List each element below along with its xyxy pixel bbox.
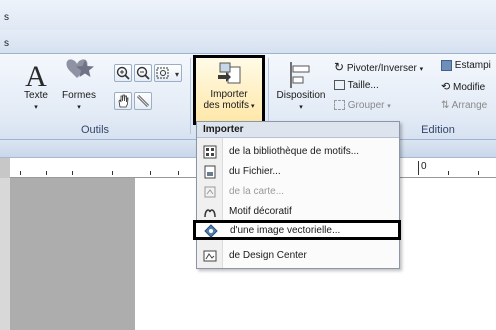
file-icon <box>204 165 216 179</box>
group-icon <box>334 100 345 111</box>
title-bar: s <box>0 0 496 30</box>
zoom-out-icon <box>136 66 150 80</box>
menu-item-label: du Fichier... <box>229 166 281 177</box>
menu-item-label: de la carte... <box>229 186 285 197</box>
align-icon <box>290 62 310 88</box>
chevron-down-icon: ▾ <box>419 66 424 73</box>
grouper-label: Grouper <box>347 100 385 111</box>
grouper-button[interactable]: Grouper ▾ <box>334 100 391 111</box>
zoom-in-icon <box>116 66 130 80</box>
menu-header: Importer <box>197 122 399 138</box>
chevron-down-icon: ▾ <box>34 104 38 111</box>
group-divider <box>190 58 191 134</box>
svg-text:A: A <box>25 60 47 90</box>
zoom-select-button[interactable]: ▾ <box>154 64 182 82</box>
ruler-tick <box>46 171 47 175</box>
menu-item-card[interactable]: de la carte... <box>197 182 399 202</box>
ruler-tick <box>72 171 73 175</box>
ruler-tick <box>20 171 21 175</box>
estampille-label: Estampi <box>454 60 491 72</box>
import-dropdown-menu: Importer de la bibliothèque de motifs...… <box>193 121 401 269</box>
taille-label: Taille... <box>347 80 379 91</box>
ruler-icon <box>136 94 150 108</box>
ruler-tick <box>478 171 479 175</box>
library-icon <box>203 145 217 159</box>
texte-button[interactable]: A Texte ▾ <box>18 60 54 114</box>
title-fragment: s <box>4 12 9 23</box>
pivoter-button[interactable]: ↻ Pivoter/Inverser ▾ <box>334 60 423 74</box>
text-a-icon: A <box>25 60 47 90</box>
measure-button[interactable] <box>134 92 152 110</box>
group-label-edition: Edition <box>421 124 455 136</box>
modifier-button[interactable]: ⟲ Modifie <box>441 80 485 93</box>
arrange-button[interactable]: ⇅ Arrange <box>441 100 487 111</box>
import-label-line2: des motifs <box>203 100 250 111</box>
vertical-ruler <box>0 178 10 330</box>
card-icon <box>204 186 216 198</box>
arrange-icon: ⇅ <box>441 100 450 111</box>
formes-button[interactable]: Formes ▾ <box>58 56 100 114</box>
import-icon <box>218 62 241 84</box>
menu-item-label: de la bibliothèque de motifs... <box>229 146 360 157</box>
resize-icon <box>334 80 345 91</box>
menu-item-library[interactable]: de la bibliothèque de motifs... <box>197 142 399 162</box>
menu-item-file[interactable]: du Fichier... <box>197 162 399 182</box>
menu-item-vector-image[interactable]: d'une image vectorielle... <box>193 220 401 240</box>
ruler-zero: 0 <box>421 161 427 172</box>
zoom-in-button[interactable] <box>114 64 132 82</box>
formes-label: Formes <box>62 90 96 101</box>
heart-star-icon <box>66 59 94 78</box>
workspace-background <box>10 178 135 330</box>
chevron-down-icon: ▾ <box>299 104 303 111</box>
hand-icon <box>118 94 129 108</box>
rotate-icon: ↻ <box>334 60 345 74</box>
estampille-button[interactable]: Estampi <box>441 60 491 71</box>
ruler-tick <box>150 171 151 175</box>
menu-item-label: Motif décoratif <box>229 206 292 217</box>
taille-button[interactable]: Taille... <box>334 80 379 91</box>
chevron-down-icon: ▾ <box>249 103 255 110</box>
decorative-icon <box>204 209 216 218</box>
tab-fragment[interactable]: s <box>4 38 9 49</box>
pivoter-label: Pivoter/Inverser <box>346 63 417 74</box>
edit-points-icon: ⟲ <box>441 81 451 93</box>
modifier-label: Modifie <box>453 82 486 93</box>
zoom-out-button[interactable] <box>134 64 152 82</box>
tab-strip: s <box>0 30 496 54</box>
disposition-button[interactable]: Disposition ▾ <box>272 60 330 114</box>
vector-image-icon <box>204 224 218 238</box>
menu-item-label: d'une image vectorielle... <box>230 225 341 236</box>
ruler-tick <box>448 171 449 175</box>
ruler-tick <box>178 171 179 175</box>
svg-text:▾: ▾ <box>175 70 179 79</box>
design-center-icon <box>203 250 217 262</box>
ruler-origin-line <box>418 161 419 175</box>
import-label-line1: Importer <box>210 89 248 100</box>
ruler-corner <box>0 158 10 178</box>
disposition-label: Disposition <box>276 90 326 101</box>
chevron-down-icon: ▾ <box>387 103 391 110</box>
menu-item-label: de Design Center <box>229 250 307 261</box>
menu-item-decorative[interactable]: Motif décoratif <box>197 202 399 222</box>
texte-label: Texte <box>24 90 48 101</box>
menu-item-design-center[interactable]: de Design Center <box>197 246 399 266</box>
arrange-label: Arrange <box>451 100 488 111</box>
hand-tool-button[interactable] <box>114 92 132 110</box>
stamp-icon <box>441 60 452 71</box>
import-patterns-button[interactable]: Importer des motifs ▾ <box>193 55 265 125</box>
group-label-outils: Outils <box>80 124 110 136</box>
chevron-down-icon: ▾ <box>77 104 81 111</box>
zoom-fit-icon: ▾ <box>156 67 179 79</box>
ruler-tick <box>112 171 113 175</box>
